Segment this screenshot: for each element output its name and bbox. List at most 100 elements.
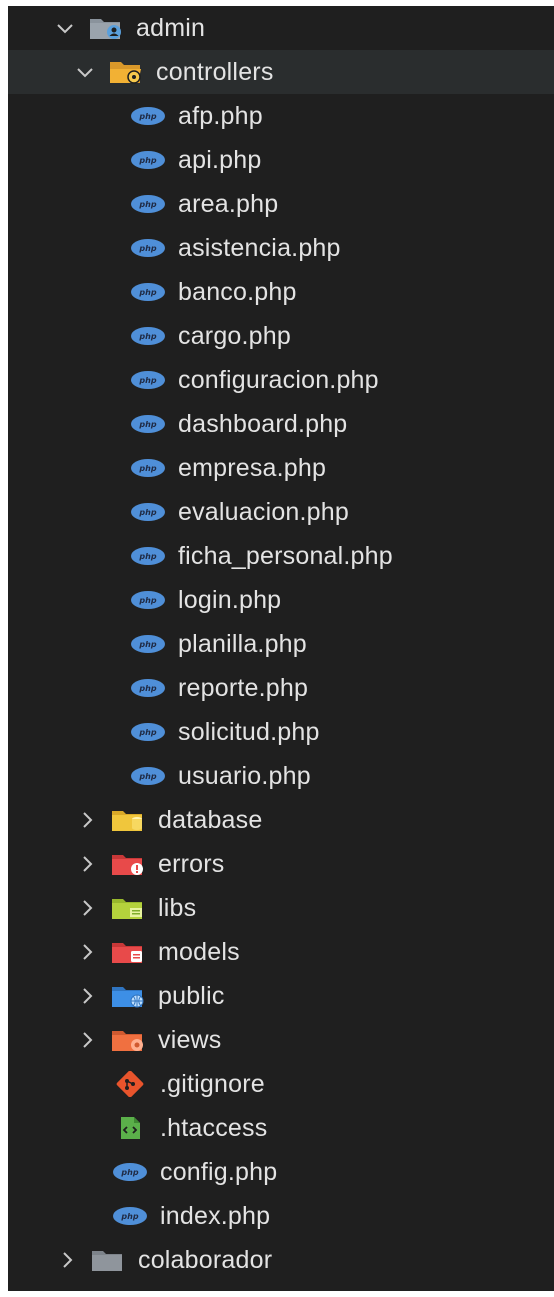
tree-folder-controllers[interactable]: controllers [8,50,554,94]
php-icon: php [130,717,166,747]
svg-text:php: php [138,552,156,561]
svg-text:php: php [138,684,156,693]
tree-file-index[interactable]: php index.php [8,1194,554,1238]
tree-file-item[interactable]: php evaluacion.php [8,490,554,534]
folder-admin-icon [88,13,124,43]
tree-folder-label: models [158,938,240,966]
tree-file-label: usuario.php [178,762,311,790]
tree-file-item[interactable]: php dashboard.php [8,402,554,446]
tree-file-item[interactable]: php api.php [8,138,554,182]
tree-file-label: afp.php [178,102,263,130]
tree-file-htaccess[interactable]: .htaccess [8,1106,554,1150]
folder-libs-icon [110,893,146,923]
php-icon: php [130,409,166,439]
chevron-right-icon[interactable] [76,897,98,919]
tree-file-label: cargo.php [178,322,291,350]
php-icon: php [130,365,166,395]
tree-file-item[interactable]: php usuario.php [8,754,554,798]
tree-folder-admin[interactable]: admin [8,6,554,50]
php-icon: php [130,277,166,307]
tree-file-label: evaluacion.php [178,498,349,526]
chevron-right-icon[interactable] [76,853,98,875]
tree-file-label: empresa.php [178,454,327,482]
folder-icon [90,1245,126,1275]
tree-folder-colaborador[interactable]: colaborador [8,1238,554,1282]
tree-file-item[interactable]: php afp.php [8,94,554,138]
php-icon: php [130,497,166,527]
tree-folder-public[interactable]: public [8,974,554,1018]
tree-file-item[interactable]: php reporte.php [8,666,554,710]
tree-file-label: asistencia.php [178,234,341,262]
chevron-right-icon[interactable] [76,985,98,1007]
tree-file-label: configuracion.php [178,366,379,394]
tree-file-item[interactable]: php configuracion.php [8,358,554,402]
tree-folder-libs[interactable]: libs [8,886,554,930]
chevron-right-icon[interactable] [76,1029,98,1051]
php-icon: php [130,145,166,175]
chevron-right-icon[interactable] [56,1249,78,1271]
chevron-right-icon[interactable] [76,941,98,963]
tree-file-label: reporte.php [178,674,309,702]
php-icon: php [112,1201,148,1231]
tree-folder-label: database [158,806,263,834]
svg-text:php: php [138,508,156,517]
chevron-down-icon[interactable] [74,61,96,83]
folder-views-icon [110,1025,146,1055]
svg-text:php: php [138,200,156,209]
tree-file-label: .htaccess [160,1114,268,1142]
chevron-down-icon[interactable] [54,17,76,39]
svg-text:php: php [138,640,156,649]
svg-text:php: php [138,376,156,385]
tree-file-item[interactable]: php ficha_personal.php [8,534,554,578]
chevron-right-icon[interactable] [76,809,98,831]
tree-file-label: area.php [178,190,279,218]
php-icon: php [130,761,166,791]
htaccess-icon [112,1113,148,1143]
tree-folder-controllers-label: controllers [156,58,274,86]
php-icon: php [130,629,166,659]
php-icon: php [130,673,166,703]
svg-text:php: php [138,464,156,473]
tree-file-item[interactable]: php banco.php [8,270,554,314]
svg-text:php: php [138,596,156,605]
folder-models-icon [110,937,146,967]
tree-file-item[interactable]: php login.php [8,578,554,622]
php-icon: php [130,189,166,219]
svg-text:php: php [138,156,156,165]
svg-text:php: php [138,244,156,253]
tree-file-label: ficha_personal.php [178,542,393,570]
tree-folder-errors[interactable]: errors [8,842,554,886]
tree-file-item[interactable]: php planilla.php [8,622,554,666]
php-icon: php [130,321,166,351]
svg-text:php: php [138,112,156,121]
php-icon: php [130,585,166,615]
tree-file-config[interactable]: php config.php [8,1150,554,1194]
tree-file-item[interactable]: php asistencia.php [8,226,554,270]
tree-file-item[interactable]: php empresa.php [8,446,554,490]
tree-file-label: banco.php [178,278,297,306]
tree-folder-label: colaborador [138,1246,273,1274]
svg-text:php: php [120,1168,138,1177]
tree-folder-label: views [158,1026,222,1054]
php-icon: php [130,101,166,131]
tree-folder-label: public [158,982,225,1010]
tree-file-label: config.php [160,1158,278,1186]
tree-folder-admin-label: admin [136,14,206,42]
tree-file-label: planilla.php [178,630,307,658]
tree-file-item[interactable]: php solicitud.php [8,710,554,754]
tree-folder-views[interactable]: views [8,1018,554,1062]
folder-database-icon [110,805,146,835]
php-icon: php [112,1157,148,1187]
svg-text:php: php [138,288,156,297]
folder-controllers-icon [108,57,144,87]
git-icon [112,1069,148,1099]
tree-file-gitignore[interactable]: .gitignore [8,1062,554,1106]
svg-text:php: php [138,728,156,737]
tree-file-item[interactable]: php area.php [8,182,554,226]
tree-folder-database[interactable]: database [8,798,554,842]
tree-file-label: solicitud.php [178,718,320,746]
tree-file-item[interactable]: php cargo.php [8,314,554,358]
php-icon: php [130,541,166,571]
svg-text:php: php [138,420,156,429]
tree-folder-models[interactable]: models [8,930,554,974]
